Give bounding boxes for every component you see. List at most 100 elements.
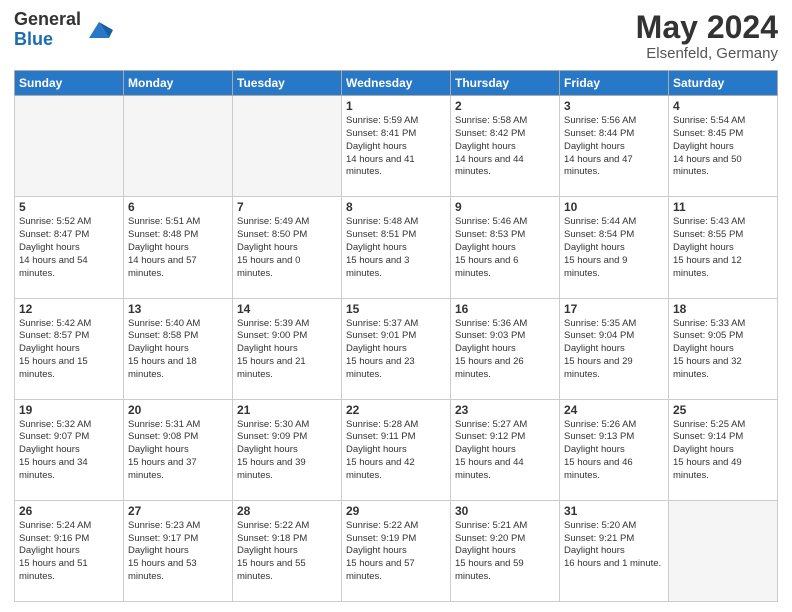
col-wednesday: Wednesday [342, 71, 451, 96]
day-info: Sunrise: 5:22 AMSunset: 9:18 PMDaylight … [237, 520, 337, 584]
table-row: 25Sunrise: 5:25 AMSunset: 9:14 PMDayligh… [669, 399, 778, 500]
day-number: 25 [673, 403, 773, 417]
day-number: 20 [128, 403, 228, 417]
day-info: Sunrise: 5:27 AMSunset: 9:12 PMDaylight … [455, 419, 555, 483]
day-info: Sunrise: 5:26 AMSunset: 9:13 PMDaylight … [564, 419, 664, 483]
day-info: Sunrise: 5:33 AMSunset: 9:05 PMDaylight … [673, 318, 773, 382]
calendar-week-row: 26 Sunrise: 5:24 AMSunset: 9:16 PMDayligh… [15, 500, 778, 601]
calendar-week-row: 5 Sunrise: 5:52 AMSunset: 8:47 PMDaylight… [15, 197, 778, 298]
table-row [124, 96, 233, 197]
table-row: 28Sunrise: 5:22 AMSunset: 9:18 PMDayligh… [233, 500, 342, 601]
day-number: 14 [237, 302, 337, 316]
col-saturday: Saturday [669, 71, 778, 96]
table-row: 31 Sunrise: 5:20 AMSunset: 9:21 PMDayligh… [560, 500, 669, 601]
table-row: 14Sunrise: 5:39 AMSunset: 9:00 PMDayligh… [233, 298, 342, 399]
table-row: 10 Sunrise: 5:44 AMSunset: 8:54 PMDayligh… [560, 197, 669, 298]
table-row: 16Sunrise: 5:36 AMSunset: 9:03 PMDayligh… [451, 298, 560, 399]
day-info: Sunrise: 5:35 AMSunset: 9:04 PMDaylight … [564, 318, 664, 382]
table-row: 9Sunrise: 5:46 AMSunset: 8:53 PMDaylight… [451, 197, 560, 298]
col-tuesday: Tuesday [233, 71, 342, 96]
day-info: Sunrise: 5:31 AMSunset: 9:08 PMDaylight … [128, 419, 228, 483]
day-number: 19 [19, 403, 119, 417]
day-info: Sunrise: 5:42 AMSunset: 8:57 PMDaylight … [19, 318, 119, 382]
table-row [15, 96, 124, 197]
table-row: 17 Sunrise: 5:35 AMSunset: 9:04 PMDayligh… [560, 298, 669, 399]
table-row: 23 Sunrise: 5:27 AMSunset: 9:12 PMDayligh… [451, 399, 560, 500]
day-info: Sunrise: 5:32 AMSunset: 9:07 PMDaylight … [19, 419, 119, 483]
table-row: 21 Sunrise: 5:30 AMSunset: 9:09 PMDayligh… [233, 399, 342, 500]
page: General Blue May 2024 Elsenfeld, Germany… [0, 0, 792, 612]
table-row: 30 Sunrise: 5:21 AMSunset: 9:20 PMDayligh… [451, 500, 560, 601]
day-info: Sunrise: 5:56 AMSunset: 8:44 PMDaylight … [564, 115, 664, 179]
logo-text: General Blue [14, 10, 81, 50]
logo-icon [85, 16, 113, 44]
day-info: Sunrise: 5:43 AMSunset: 8:55 PMDaylight … [673, 216, 773, 280]
day-info: Sunrise: 5:22 AMSunset: 9:19 PMDaylight … [346, 520, 446, 584]
table-row: 19 Sunrise: 5:32 AMSunset: 9:07 PMDayligh… [15, 399, 124, 500]
col-monday: Monday [124, 71, 233, 96]
day-number: 12 [19, 302, 119, 316]
calendar-week-row: 1 Sunrise: 5:59 AMSunset: 8:41 PMDaylight… [15, 96, 778, 197]
day-info: Sunrise: 5:44 AMSunset: 8:54 PMDaylight … [564, 216, 664, 280]
day-number: 13 [128, 302, 228, 316]
table-row: 29Sunrise: 5:22 AMSunset: 9:19 PMDayligh… [342, 500, 451, 601]
day-number: 22 [346, 403, 446, 417]
day-number: 8 [346, 200, 446, 214]
col-friday: Friday [560, 71, 669, 96]
day-info: Sunrise: 5:20 AMSunset: 9:21 PMDaylight … [564, 520, 664, 571]
logo-general: General [14, 10, 81, 30]
table-row [669, 500, 778, 601]
table-row: 5 Sunrise: 5:52 AMSunset: 8:47 PMDaylight… [15, 197, 124, 298]
day-number: 27 [128, 504, 228, 518]
day-number: 21 [237, 403, 337, 417]
day-number: 6 [128, 200, 228, 214]
table-row: 3 Sunrise: 5:56 AMSunset: 8:44 PMDaylight… [560, 96, 669, 197]
logo-blue: Blue [14, 30, 81, 50]
day-number: 10 [564, 200, 664, 214]
table-row: 26 Sunrise: 5:24 AMSunset: 9:16 PMDayligh… [15, 500, 124, 601]
day-info: Sunrise: 5:23 AMSunset: 9:17 PMDaylight … [128, 520, 228, 584]
table-row: 11 Sunrise: 5:43 AMSunset: 8:55 PMDayligh… [669, 197, 778, 298]
location: Elsenfeld, Germany [636, 45, 778, 62]
day-info: Sunrise: 5:51 AMSunset: 8:48 PMDaylight … [128, 216, 228, 280]
day-number: 1 [346, 99, 446, 113]
day-info: Sunrise: 5:46 AMSunset: 8:53 PMDaylight … [455, 216, 555, 280]
calendar-week-row: 12 Sunrise: 5:42 AMSunset: 8:57 PMDayligh… [15, 298, 778, 399]
day-info: Sunrise: 5:54 AMSunset: 8:45 PMDaylight … [673, 115, 773, 179]
table-row: 13 Sunrise: 5:40 AMSunset: 8:58 PMDayligh… [124, 298, 233, 399]
day-number: 15 [346, 302, 446, 316]
day-info: Sunrise: 5:59 AMSunset: 8:41 PMDaylight … [346, 115, 446, 179]
table-row: 7Sunrise: 5:49 AMSunset: 8:50 PMDaylight… [233, 197, 342, 298]
day-number: 23 [455, 403, 555, 417]
table-row: 18 Sunrise: 5:33 AMSunset: 9:05 PMDayligh… [669, 298, 778, 399]
header: General Blue May 2024 Elsenfeld, Germany [14, 10, 778, 62]
day-number: 3 [564, 99, 664, 113]
day-info: Sunrise: 5:52 AMSunset: 8:47 PMDaylight … [19, 216, 119, 280]
day-info: Sunrise: 5:49 AMSunset: 8:50 PMDaylight … [237, 216, 337, 280]
day-info: Sunrise: 5:58 AMSunset: 8:42 PMDaylight … [455, 115, 555, 179]
day-number: 31 [564, 504, 664, 518]
day-info: Sunrise: 5:30 AMSunset: 9:09 PMDaylight … [237, 419, 337, 483]
day-number: 30 [455, 504, 555, 518]
day-number: 5 [19, 200, 119, 214]
day-number: 18 [673, 302, 773, 316]
title-block: May 2024 Elsenfeld, Germany [636, 10, 778, 62]
day-number: 4 [673, 99, 773, 113]
day-info: Sunrise: 5:48 AMSunset: 8:51 PMDaylight … [346, 216, 446, 280]
table-row: 4 Sunrise: 5:54 AMSunset: 8:45 PMDaylight… [669, 96, 778, 197]
table-row: 27 Sunrise: 5:23 AMSunset: 9:17 PMDayligh… [124, 500, 233, 601]
day-number: 24 [564, 403, 664, 417]
logo: General Blue [14, 10, 113, 50]
day-info: Sunrise: 5:40 AMSunset: 8:58 PMDaylight … [128, 318, 228, 382]
calendar-week-row: 19 Sunrise: 5:32 AMSunset: 9:07 PMDayligh… [15, 399, 778, 500]
day-info: Sunrise: 5:36 AMSunset: 9:03 PMDaylight … [455, 318, 555, 382]
day-number: 26 [19, 504, 119, 518]
col-thursday: Thursday [451, 71, 560, 96]
day-number: 11 [673, 200, 773, 214]
table-row: 24 Sunrise: 5:26 AMSunset: 9:13 PMDayligh… [560, 399, 669, 500]
col-sunday: Sunday [15, 71, 124, 96]
day-number: 17 [564, 302, 664, 316]
day-info: Sunrise: 5:21 AMSunset: 9:20 PMDaylight … [455, 520, 555, 584]
day-info: Sunrise: 5:24 AMSunset: 9:16 PMDaylight … [19, 520, 119, 584]
calendar-header-row: Sunday Monday Tuesday Wednesday Thursday… [15, 71, 778, 96]
